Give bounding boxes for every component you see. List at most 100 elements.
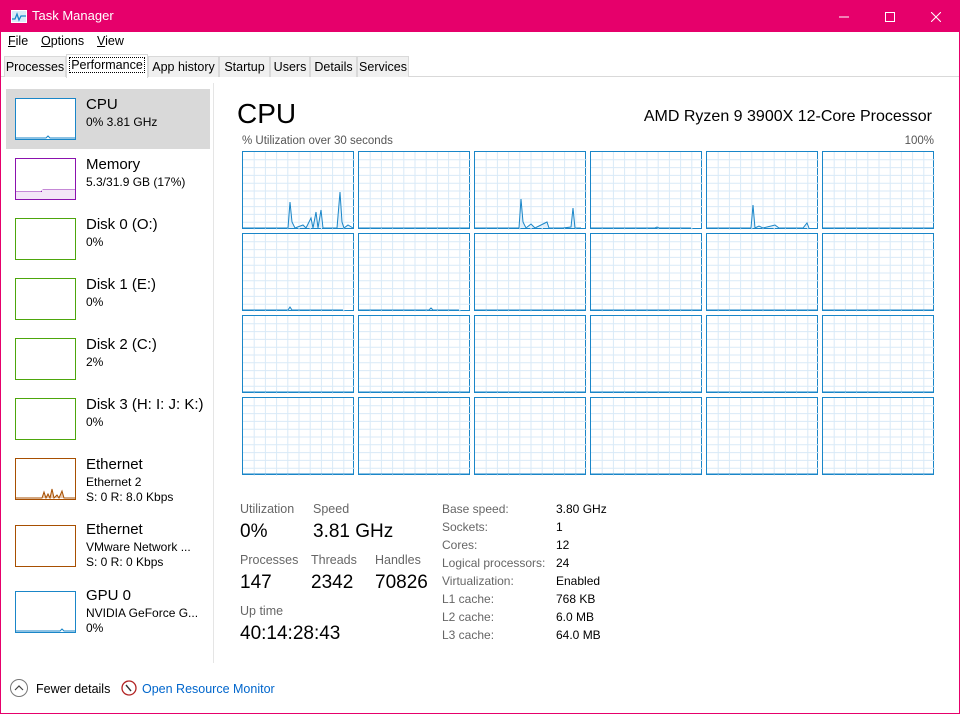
- disk0-thumbnail-graph: [15, 218, 76, 260]
- tab-processes[interactable]: Processes: [4, 56, 66, 77]
- logical-processor-trace: [707, 398, 819, 476]
- resource-item-detail: 0%: [86, 295, 104, 309]
- logical-processor-graph: [706, 233, 819, 312]
- ethernet-thumbnail-graph: [15, 525, 76, 567]
- logical-processor-graph: [822, 233, 935, 312]
- tab-performance-label: Performance: [69, 57, 145, 73]
- title-bar[interactable]: Task Manager: [1, 1, 959, 32]
- logical-processor-graph: [590, 397, 703, 476]
- logical-processor-graph: [358, 233, 471, 312]
- resource-item-disk3[interactable]: Disk 3 (H: I: J: K:) 0%: [6, 389, 210, 449]
- chevron-up-icon[interactable]: [10, 679, 28, 697]
- logical-processor-trace: [359, 398, 471, 476]
- tab-performance[interactable]: Performance: [66, 54, 148, 78]
- logical-processor-trace: [823, 234, 935, 312]
- resource-item-ethernet-2[interactable]: Ethernet Ethernet 2 S: 0 R: 8.0 Kbps: [6, 449, 210, 509]
- minimize-icon: [839, 16, 849, 17]
- logical-processor-graph: [242, 315, 355, 394]
- processes-value: 147: [240, 572, 272, 593]
- spec-label: Cores:: [442, 538, 478, 552]
- open-resource-monitor-link[interactable]: Open Resource Monitor: [142, 682, 275, 696]
- uptime-label: Up time: [240, 604, 284, 618]
- tab-processes-label: Processes: [5, 60, 65, 74]
- logical-processor-trace: [475, 234, 587, 312]
- spec-label: L1 cache:: [442, 592, 495, 606]
- tab-users[interactable]: Users: [270, 56, 310, 77]
- resource-item-gpu0[interactable]: GPU 0 NVIDIA GeForce G... 0%: [6, 580, 210, 640]
- logical-processor-graph: [706, 151, 819, 230]
- logical-processor-trace: [243, 152, 355, 230]
- logical-processor-trace: [823, 152, 935, 230]
- logical-processor-trace: [359, 316, 471, 394]
- logical-processor-trace: [823, 398, 935, 476]
- spec-value: Enabled: [556, 574, 601, 588]
- resource-item-name: Disk 1 (E:): [86, 276, 157, 293]
- graph-max-label: 100%: [904, 135, 934, 147]
- resource-item-disk2[interactable]: Disk 2 (C:) 2%: [6, 329, 210, 389]
- resource-item-detail: VMware Network ...: [86, 540, 191, 554]
- cpu-thumbnail-graph: [15, 98, 76, 140]
- spec-label: L2 cache:: [442, 610, 495, 624]
- logical-processor-trace: [591, 316, 703, 394]
- maximize-button[interactable]: [867, 1, 913, 32]
- logical-processor-trace: [243, 398, 355, 476]
- panel-title: CPU: [237, 98, 297, 129]
- logical-processor-trace: [707, 234, 819, 312]
- spec-label: Virtualization:: [442, 574, 514, 588]
- utilization-value: 0%: [240, 521, 268, 542]
- menu-file-label: ile: [15, 34, 29, 48]
- resource-item-usage: 0%: [86, 621, 104, 635]
- close-button[interactable]: [913, 1, 959, 32]
- menu-options-mnemonic: O: [41, 34, 51, 48]
- logical-processor-trace: [591, 152, 703, 230]
- ethernet-thumbnail-graph: [15, 458, 76, 500]
- fewer-details-button[interactable]: Fewer details: [36, 682, 110, 696]
- resource-item-detail: Ethernet 2: [86, 475, 142, 489]
- resource-monitor-icon[interactable]: [121, 680, 137, 696]
- spec-label: L3 cache:: [442, 628, 495, 642]
- logical-processor-graph: [474, 397, 587, 476]
- resource-item-cpu[interactable]: CPU 0% 3.81 GHz: [6, 89, 210, 149]
- resource-item-name: CPU: [86, 96, 118, 113]
- menu-file[interactable]: File: [8, 34, 28, 48]
- tab-details[interactable]: Details: [310, 56, 357, 77]
- resource-item-disk1[interactable]: Disk 1 (E:) 0%: [6, 269, 210, 329]
- resource-item-name: Ethernet: [86, 456, 143, 473]
- tab-services[interactable]: Services: [357, 56, 409, 77]
- spec-value: 24: [556, 556, 570, 570]
- resource-item-memory[interactable]: Memory 5.3/31.9 GB (17%): [6, 149, 210, 209]
- logical-processor-graph: [358, 397, 471, 476]
- resource-item-name: Disk 0 (O:): [86, 216, 158, 233]
- logical-processor-graph: [706, 315, 819, 394]
- tab-app-history[interactable]: App history: [148, 56, 219, 77]
- spec-label: Base speed:: [442, 502, 509, 516]
- menu-view[interactable]: View: [97, 34, 124, 48]
- resource-item-throughput: S: 0 R: 8.0 Kbps: [86, 490, 174, 504]
- menu-file-mnemonic: F: [8, 34, 16, 48]
- resource-item-ethernet-vmware[interactable]: Ethernet VMware Network ... S: 0 R: 0 Kb…: [6, 514, 210, 574]
- memory-thumbnail-graph: [15, 158, 76, 200]
- close-icon: [931, 11, 941, 22]
- resource-item-disk0[interactable]: Disk 0 (O:) 0%: [6, 209, 210, 269]
- resource-item-detail: 5.3/31.9 GB (17%): [86, 175, 186, 189]
- footer: Fewer details Open Resource Monitor: [1, 675, 959, 705]
- maximize-icon: [885, 11, 895, 22]
- resource-list: CPU 0% 3.81 GHz Memory 5.3/31.9 GB (17%)…: [1, 83, 214, 663]
- logical-processor-graph: [590, 151, 703, 230]
- minimize-button[interactable]: [821, 1, 867, 32]
- logical-processor-trace: [475, 152, 587, 230]
- processes-label: Processes: [240, 553, 299, 567]
- menu-options[interactable]: Options: [41, 34, 84, 48]
- logical-processor-trace: [823, 316, 935, 394]
- logical-processor-graph: [822, 315, 935, 394]
- logical-processor-trace: [243, 316, 355, 394]
- resource-item-detail: 0% 3.81 GHz: [86, 115, 158, 129]
- resource-item-name: GPU 0: [86, 587, 132, 604]
- cpu-detail-panel: CPU AMD Ryzen 9 3900X 12-Core Processor …: [215, 83, 959, 663]
- spec-value: 64.0 MB: [556, 628, 601, 642]
- processor-model: AMD Ryzen 9 3900X 12-Core Processor: [643, 108, 932, 125]
- utilization-line: [591, 226, 691, 229]
- uptime-value: 40:14:28:43: [240, 623, 341, 644]
- utilization-label: Utilization: [240, 502, 295, 516]
- tab-startup[interactable]: Startup: [219, 56, 270, 77]
